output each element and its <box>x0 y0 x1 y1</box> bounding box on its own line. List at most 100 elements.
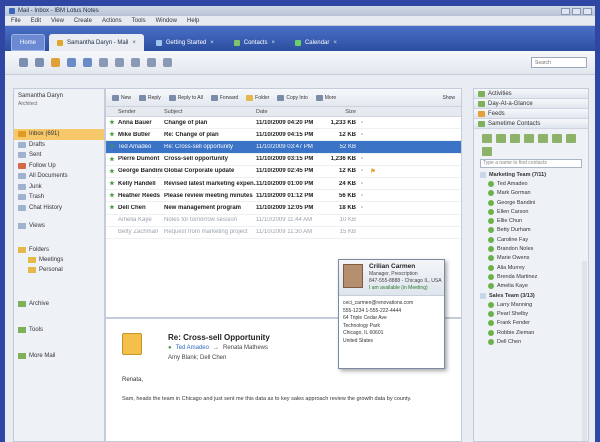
business-card-name[interactable]: Crilian Carmen <box>369 263 415 270</box>
menu-window[interactable]: Window <box>156 18 177 24</box>
nav-junk[interactable]: Junk <box>14 182 104 193</box>
column-subject[interactable]: Subject <box>164 109 256 115</box>
copy-into-button[interactable]: Copy Into <box>277 94 308 101</box>
tab-mail[interactable]: Samantha Daryn - Mail × <box>49 34 144 51</box>
nav-folders[interactable]: Folders <box>14 245 104 255</box>
contact-item[interactable]: Ellen Carson <box>474 207 588 216</box>
table-row[interactable]: ★ George Bandini Global Corporate update 11… <box>106 166 461 178</box>
contact-item[interactable]: Ellie Chun <box>474 216 588 225</box>
table-row[interactable]: ★ Pierre Dumont Cross-sell opportunity 11/1… <box>106 154 461 166</box>
settings-icon[interactable] <box>163 58 172 67</box>
contact-group[interactable]: Sales Team (3/13) <box>474 291 588 300</box>
contact-item[interactable]: Robbie Zieman <box>474 328 588 337</box>
menu-edit[interactable]: Edit <box>31 18 41 24</box>
contact-item[interactable]: Marie Owens <box>474 254 588 263</box>
table-row[interactable]: ★ Dell Chen New management program 11/10/20… <box>106 202 461 215</box>
contact-item[interactable]: Ted Amadeo <box>474 179 588 188</box>
preview-from[interactable]: Ted Amadeo <box>176 345 209 351</box>
nav-views[interactable]: Views <box>14 221 104 231</box>
menu-file[interactable]: File <box>11 18 21 24</box>
tab-home[interactable]: Home <box>11 34 46 51</box>
home-icon[interactable] <box>51 58 60 67</box>
close-tab-icon[interactable]: × <box>132 40 136 46</box>
sort-icon[interactable] <box>552 134 562 143</box>
refresh-icon[interactable] <box>147 58 156 67</box>
contact-item[interactable]: Larry Manning <box>474 300 588 309</box>
column-sender[interactable]: Sender <box>118 109 164 115</box>
panel-day-at-a-glance[interactable]: Day-At-a-Glance <box>474 99 588 109</box>
contact-item[interactable]: Betty Durham <box>474 226 588 235</box>
table-row[interactable]: ★ Kelly Handell Revised latest marketing e… <box>106 178 461 191</box>
panel-feeds[interactable]: Feeds <box>474 109 588 119</box>
nav-chat-history[interactable]: Chat History <box>14 203 104 214</box>
delete-icon[interactable] <box>131 58 140 67</box>
call-icon[interactable] <box>510 134 520 143</box>
new-button[interactable]: New <box>112 94 131 101</box>
options-icon[interactable] <box>482 147 492 156</box>
nav-meetings[interactable]: Meetings <box>14 255 104 265</box>
maximize-icon[interactable] <box>572 7 581 15</box>
forward-button[interactable]: Forward <box>210 94 238 101</box>
nav-all-documents[interactable]: All Documents <box>14 171 104 182</box>
forward-icon[interactable] <box>35 58 44 67</box>
back-icon[interactable] <box>19 58 28 67</box>
chat-icon[interactable] <box>496 134 506 143</box>
reply-icon[interactable] <box>67 58 76 67</box>
contact-item[interactable]: Caroline Fay <box>474 235 588 244</box>
menu-help[interactable]: Help <box>187 18 199 24</box>
contact-item[interactable]: Pearl Shelby <box>474 309 588 318</box>
column-size[interactable]: Size <box>328 109 356 115</box>
contact-item[interactable]: George Bandini <box>474 198 588 207</box>
business-card-email[interactable]: ceci_carmen@renovations.com <box>339 300 444 308</box>
print-icon[interactable] <box>115 58 124 67</box>
tab-calendar[interactable]: Calendar × <box>287 34 345 51</box>
contact-item[interactable]: Amelia Kaye <box>474 282 588 291</box>
table-row[interactable]: ★ Heather Reeds Please review meeting minu… <box>106 190 461 203</box>
panel-activities[interactable]: Activities <box>474 89 588 99</box>
contact-item[interactable]: Mark Gorman <box>474 189 588 198</box>
close-tab-icon[interactable]: × <box>271 40 275 46</box>
contact-search-input[interactable]: Type a name to find contacts <box>480 159 582 168</box>
nav-drafts[interactable]: Drafts <box>14 140 104 151</box>
column-date[interactable]: Date <box>256 109 328 115</box>
nav-trash[interactable]: Trash <box>14 192 104 203</box>
close-tab-icon[interactable]: × <box>210 40 214 46</box>
preview-to[interactable]: Renata Mathews <box>223 345 268 351</box>
nav-inbox[interactable]: Inbox (691) <box>14 129 104 140</box>
minimize-icon[interactable] <box>561 7 570 15</box>
more-button[interactable]: More <box>315 94 336 101</box>
status-icon[interactable] <box>538 134 548 143</box>
contact-item[interactable]: Brenda Martinez <box>474 272 588 281</box>
nav-archive[interactable]: Archive <box>14 299 104 309</box>
menu-actions[interactable]: Actions <box>102 18 122 24</box>
close-icon[interactable] <box>583 7 592 15</box>
forward-mail-icon[interactable] <box>83 58 92 67</box>
reply-button[interactable]: Reply <box>139 94 161 101</box>
menu-view[interactable]: View <box>51 18 64 24</box>
table-row[interactable]: ★ Mike Butler Re: Change of plan 11/10/2009… <box>106 129 461 142</box>
show-button[interactable]: Show <box>442 95 455 101</box>
reply-all-button[interactable]: Reply to All <box>168 94 203 101</box>
nav-more-mail[interactable]: More Mail <box>14 351 104 361</box>
table-row[interactable]: Amelia Kaye Notes for tomorrow session 11/… <box>106 215 461 227</box>
menu-tools[interactable]: Tools <box>132 18 146 24</box>
tab-getting-started[interactable]: Getting Started × <box>148 34 222 51</box>
panel-sametime-contacts[interactable]: Sametime Contacts <box>474 119 588 129</box>
nav-tools[interactable]: Tools <box>14 325 104 335</box>
contact-group[interactable]: Marketing Team (7/11) <box>474 170 588 179</box>
search-input[interactable] <box>531 57 587 68</box>
contact-item[interactable]: Frank Fender <box>474 319 588 328</box>
sidebar-scrollbar[interactable] <box>582 261 587 441</box>
close-tab-icon[interactable]: × <box>333 40 337 46</box>
menu-create[interactable]: Create <box>74 18 92 24</box>
nav-personal[interactable]: Personal <box>14 265 104 275</box>
folder-button[interactable]: Folder <box>246 94 269 101</box>
tab-contacts[interactable]: Contacts × <box>226 34 283 51</box>
contact-item[interactable]: Alia Murrey <box>474 263 588 272</box>
nav-follow-up[interactable]: Follow Up <box>14 161 104 172</box>
nav-sent[interactable]: Sent <box>14 150 104 161</box>
contact-item[interactable]: Brandon Noles <box>474 244 588 253</box>
group-icon[interactable] <box>566 134 576 143</box>
edit-icon[interactable] <box>99 58 108 67</box>
table-row[interactable]: Betty Zachman Request from marketing proj… <box>106 227 461 239</box>
